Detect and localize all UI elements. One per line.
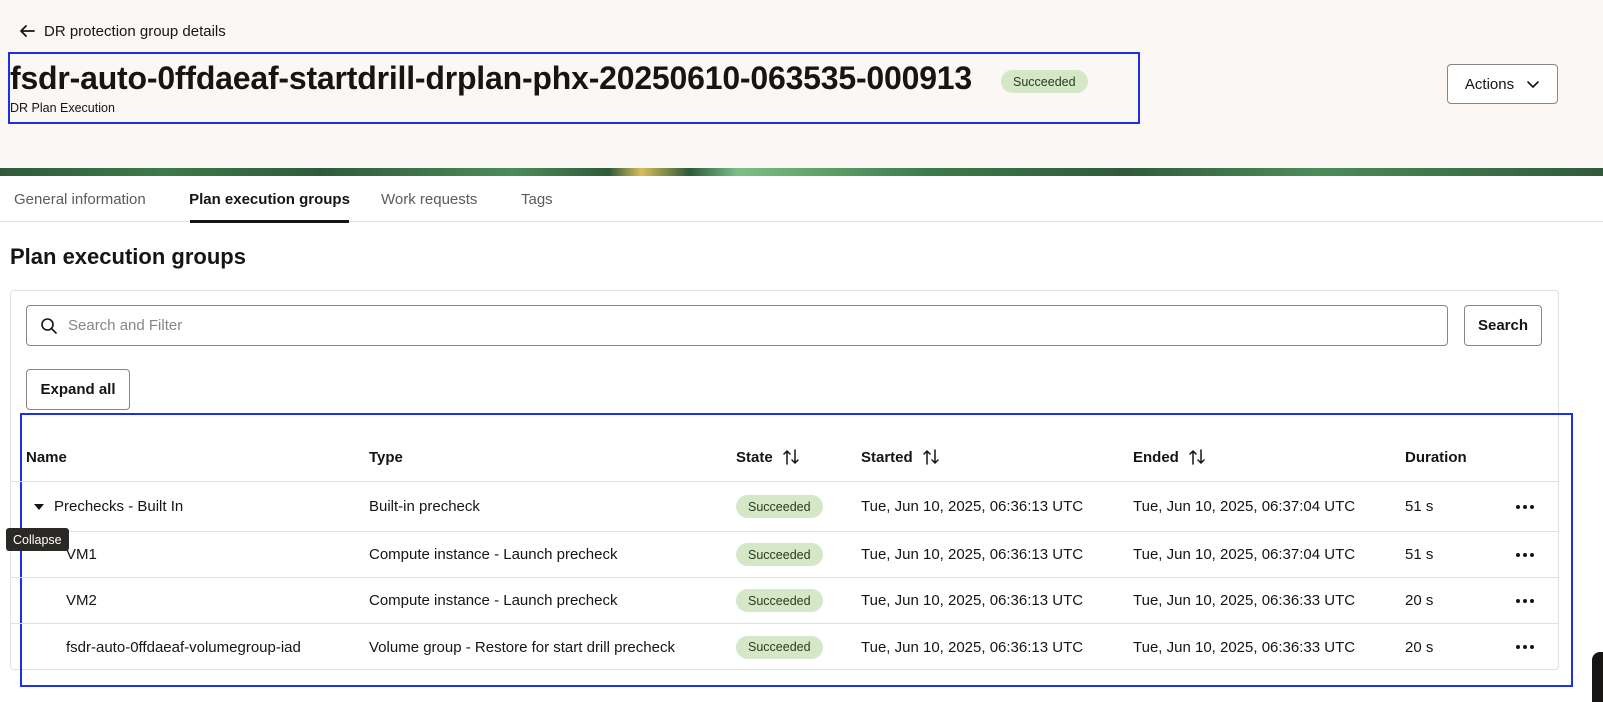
page-title: fsdr-auto-0ffdaeaf-startdrill-drplan-phx… [10,60,972,96]
tab-work-requests[interactable]: Work requests [381,176,477,222]
more-horizontal-icon [1516,645,1534,649]
section-title: Plan execution groups [10,244,246,269]
column-header-type-label: Type [369,448,403,466]
chevron-down-icon [1527,81,1539,88]
row-name: VM1 [66,546,97,563]
more-horizontal-icon [1516,598,1534,603]
row-started: Tue, Jun 10, 2025, 06:36:13 UTC [861,592,1084,609]
tab-plan-execution-groups[interactable]: Plan execution groups [189,176,350,223]
column-header-duration: Duration [1405,432,1467,482]
sort-icon [1189,449,1205,465]
search-field[interactable] [26,305,1448,346]
status-badge: Succeeded [736,495,823,518]
table-row[interactable]: Prechecks - Built In Built-in precheck S… [11,482,1559,532]
page-subtitle: DR Plan Execution [10,101,115,115]
table-row[interactable]: VM2 Compute instance - Launch precheck S… [11,578,1559,624]
row-actions-button[interactable] [1511,482,1539,531]
column-header-state[interactable]: State [736,432,799,482]
row-state: Succeeded [736,482,823,531]
row-type: Built-in precheck [369,498,480,515]
row-ended: Tue, Jun 10, 2025, 06:36:33 UTC [1133,592,1356,609]
row-started: Tue, Jun 10, 2025, 06:36:13 UTC [861,498,1084,515]
actions-button[interactable]: Actions [1447,64,1558,104]
row-actions-button[interactable] [1511,578,1539,623]
column-header-started[interactable]: Started [861,432,939,482]
row-type: Compute instance - Launch precheck [369,546,618,563]
row-state: Succeeded [736,578,823,623]
collapse-tooltip: Collapse [6,528,69,551]
column-header-state-label: State [736,448,773,466]
caret-down-icon[interactable] [32,500,46,514]
search-icon [41,317,57,334]
row-duration: 51 s [1405,546,1434,563]
table-row[interactable]: fsdr-auto-0ffdaeaf-volumegroup-iad Volum… [11,624,1559,670]
sort-icon [782,449,799,465]
row-duration: 20 s [1405,592,1434,609]
expand-all-button[interactable]: Expand all [26,369,130,410]
row-duration: 20 s [1405,638,1434,656]
table-header: Name Type State Started Ended Duration [11,432,1559,482]
row-name: fsdr-auto-0ffdaeaf-volumegroup-iad [66,638,301,656]
tab-tags[interactable]: Tags [521,176,553,222]
status-badge: Succeeded [736,543,823,566]
more-horizontal-icon [1516,504,1534,509]
tab-bar: General information Plan execution group… [0,176,1603,223]
row-name: Prechecks - Built In [54,498,184,515]
row-name: VM2 [66,592,97,609]
arrow-left-icon [20,25,35,37]
column-header-started-label: Started [861,448,913,466]
status-badge: Succeeded [736,635,823,659]
row-state: Succeeded [736,532,823,577]
row-started: Tue, Jun 10, 2025, 06:36:13 UTC [861,638,1084,656]
back-link-label: DR protection group details [44,22,226,40]
row-type: Volume group - Restore for start drill p… [369,638,675,656]
column-header-name: Name [26,432,67,482]
column-header-type: Type [369,432,403,482]
row-duration: 51 s [1405,498,1434,515]
table-row[interactable]: VM1 Compute instance - Launch precheck S… [11,532,1559,578]
row-started: Tue, Jun 10, 2025, 06:36:13 UTC [861,546,1084,563]
row-actions-button[interactable] [1511,624,1539,670]
row-actions-button[interactable] [1511,532,1539,577]
tab-general-information[interactable]: General information [14,176,146,222]
row-ended: Tue, Jun 10, 2025, 06:36:33 UTC [1133,638,1356,656]
actions-button-label: Actions [1464,75,1515,93]
row-type: Compute instance - Launch precheck [369,592,618,609]
row-state: Succeeded [736,624,823,670]
column-header-ended[interactable]: Ended [1133,432,1205,482]
column-header-duration-label: Duration [1405,448,1467,466]
more-horizontal-icon [1516,552,1534,557]
column-header-name-label: Name [26,448,67,466]
column-header-ended-label: Ended [1133,448,1179,466]
search-button[interactable]: Search [1464,305,1542,346]
sort-icon [922,449,939,465]
row-ended: Tue, Jun 10, 2025, 06:37:04 UTC [1133,498,1356,515]
search-input[interactable] [68,317,1368,334]
row-name-cell: Prechecks - Built In [32,482,183,531]
decorative-banner [0,168,1603,176]
status-badge: Succeeded [1001,70,1088,93]
status-badge: Succeeded [736,589,823,612]
scrollbar-handle[interactable] [1592,652,1603,702]
row-ended: Tue, Jun 10, 2025, 06:37:04 UTC [1133,546,1356,563]
back-link[interactable]: DR protection group details [18,20,226,42]
